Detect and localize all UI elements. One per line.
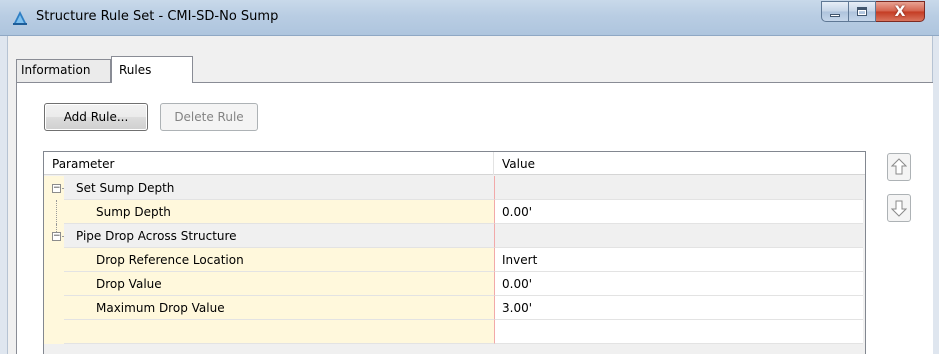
- row-parameter: Sump Depth: [64, 200, 494, 224]
- row-indent: [44, 272, 64, 296]
- move-rule-up-button[interactable]: [887, 153, 911, 181]
- row-parameter: Set Sump Depth: [64, 176, 494, 200]
- column-header-parameter[interactable]: Parameter: [44, 152, 494, 175]
- row-parameter: Drop Reference Location: [64, 248, 494, 272]
- window-right-frame: [932, 36, 939, 354]
- window-controls: X: [821, 1, 925, 23]
- minimize-icon: [830, 14, 840, 17]
- collapse-icon[interactable]: −: [52, 184, 61, 193]
- row-value[interactable]: [494, 224, 863, 248]
- row-parameter: Drop Value: [64, 272, 494, 296]
- grid-row-child[interactable]: Drop Reference Location Invert: [44, 248, 863, 272]
- tab-information[interactable]: Information: [16, 59, 111, 82]
- column-header-value[interactable]: Value: [494, 152, 865, 175]
- arrow-up-icon: [891, 158, 907, 175]
- grid-header: Parameter Value: [44, 152, 865, 175]
- tree-connector: [56, 200, 57, 224]
- maximize-button[interactable]: [849, 1, 876, 22]
- row-parameter: Pipe Drop Across Structure: [64, 224, 494, 248]
- delete-rule-button[interactable]: Delete Rule: [160, 103, 258, 131]
- row-indent: [44, 296, 64, 320]
- row-indent: [44, 320, 64, 344]
- close-icon: X: [894, 3, 906, 20]
- grid-row-group[interactable]: − Pipe Drop Across Structure: [44, 224, 863, 248]
- row-value[interactable]: 3.00': [494, 296, 863, 320]
- rules-tab-panel: Add Rule... Delete Rule Parameter Value …: [16, 82, 933, 354]
- maximize-icon: [857, 7, 867, 16]
- add-rule-button[interactable]: Add Rule...: [44, 103, 148, 131]
- grid-row-child[interactable]: Drop Value 0.00': [44, 272, 863, 296]
- row-value-empty: [494, 320, 863, 344]
- window-titlebar[interactable]: Structure Rule Set - CMI-SD-No Sump X: [0, 0, 939, 36]
- grid-row-group[interactable]: − Set Sump Depth: [44, 176, 863, 200]
- collapse-icon[interactable]: −: [52, 232, 61, 241]
- window-left-frame: [0, 36, 8, 354]
- close-button[interactable]: X: [876, 1, 925, 22]
- row-indent: [44, 248, 64, 272]
- grid-row-child[interactable]: Maximum Drop Value 3.00': [44, 296, 863, 320]
- row-value[interactable]: [494, 176, 863, 200]
- row-parameter: Maximum Drop Value: [64, 296, 494, 320]
- civil3d-triangle-icon: [13, 11, 27, 25]
- row-value[interactable]: 0.00': [494, 200, 863, 224]
- move-rule-down-button[interactable]: [887, 194, 911, 222]
- minimize-button[interactable]: [821, 1, 849, 22]
- tab-rules[interactable]: Rules: [111, 56, 193, 83]
- window-title: Structure Rule Set - CMI-SD-No Sump: [36, 9, 279, 24]
- row-value[interactable]: Invert: [494, 248, 863, 272]
- grid-row-child[interactable]: Sump Depth 0.00': [44, 200, 863, 224]
- row-indent: [44, 200, 64, 224]
- arrow-down-icon: [891, 200, 907, 217]
- row-value[interactable]: 0.00': [494, 272, 863, 296]
- grid-row-partial: [44, 320, 863, 344]
- row-parameter-empty: [64, 320, 494, 344]
- rules-grid: Parameter Value − Set Sump Depth Sump De…: [43, 151, 866, 354]
